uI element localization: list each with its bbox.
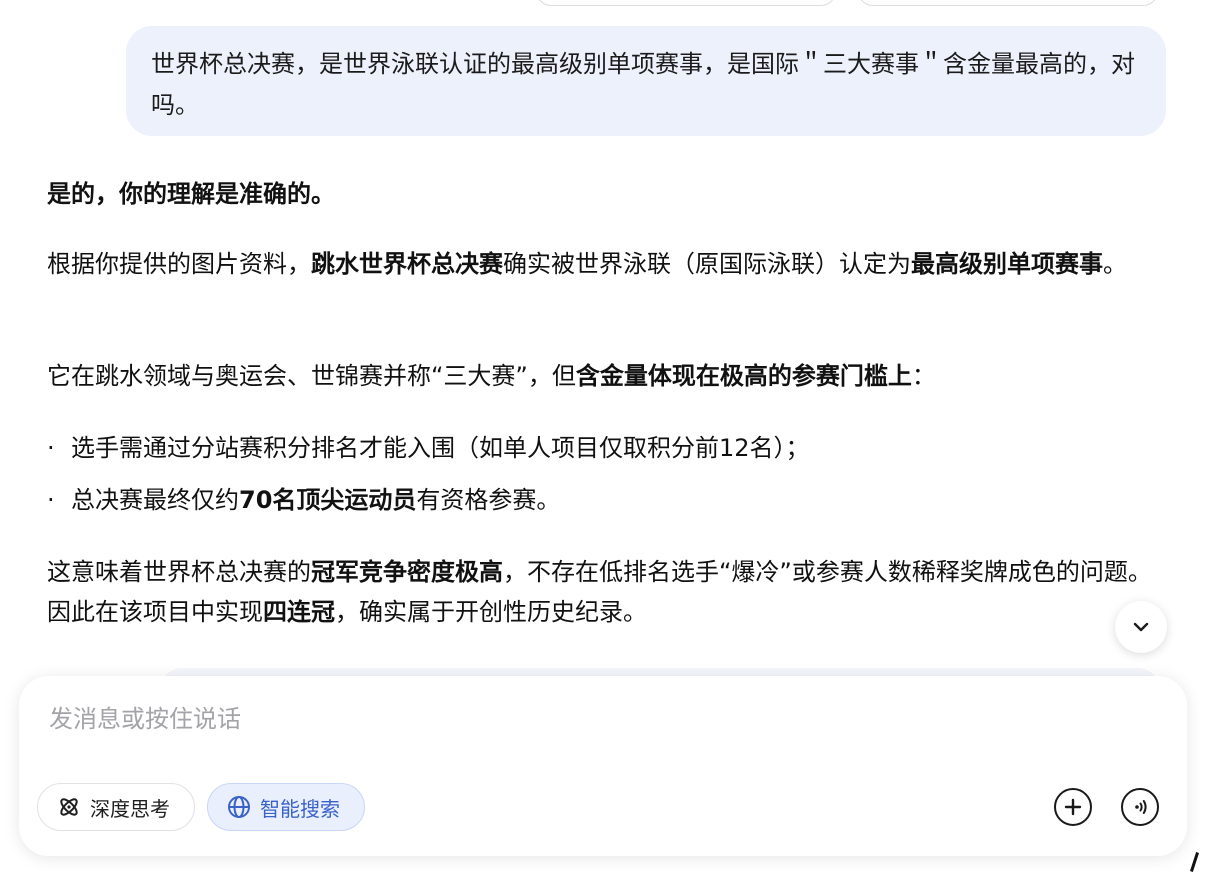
bullet-marker: · (47, 486, 55, 514)
chevron-down-icon (1133, 622, 1149, 632)
user-message-bubble: 世界杯总决赛，是世界泳联认证的最高级别单项赛事，是国际＂三大赛事＂含金量最高的，… (126, 26, 1166, 136)
message-composer: 深度思考 智能搜索 (19, 676, 1187, 856)
list-item-text: 总决赛最终仅约 (71, 486, 239, 514)
answer-intro: 是的，你的理解是准确的。 (47, 180, 335, 208)
list-item-text: 有资格参赛。 (416, 486, 561, 514)
answer-paragraph-conclusion: 这意味着世界杯总决赛的冠军竞争密度极高，不存在低排名选手“爆冷”或参赛人数稀释奖… (47, 552, 1159, 632)
list-item: · 选手需通过分站赛积分排名才能入围（如单人项目仅取积分前12名）； (47, 428, 810, 468)
add-attachment-button[interactable] (1054, 788, 1092, 826)
bold-segment: 最高级别单项赛事 (911, 250, 1103, 278)
text-segment: 。 (1103, 250, 1127, 278)
corner-mark (1189, 852, 1200, 872)
list-item: · 总决赛最终仅约70名顶尖运动员有资格参赛。 (47, 480, 560, 520)
plus-icon (1064, 798, 1082, 816)
voice-call-button[interactable] (1121, 788, 1159, 826)
atom-icon (60, 798, 78, 816)
text-segment: 这意味着世界杯总决赛的 (47, 558, 311, 586)
smart-search-label: 智能搜索 (260, 796, 340, 821)
message-input[interactable] (47, 698, 951, 740)
text-segment: ，确实属于开创性历史纪录。 (335, 598, 647, 626)
bold-segment: 四连冠 (263, 598, 335, 626)
bold-segment: 含金量体现在极高的参赛门槛上 (575, 362, 912, 390)
text-segment: 根据你提供的图片资料， (47, 250, 311, 278)
deep-think-button[interactable]: 深度思考 (37, 783, 195, 831)
bullet-marker: · (47, 434, 55, 462)
text-segment: 它在跳水领域与奥运会、世锦赛并称“三大赛”，但 (47, 362, 576, 390)
user-message-text: 世界杯总决赛，是世界泳联认证的最高级别单项赛事，是国际＂三大赛事＂含金量最高的，… (151, 50, 1135, 119)
text-segment: ： (911, 362, 936, 390)
text-segment: 确实被世界泳联（原国际泳联）认定为 (503, 250, 911, 278)
answer-paragraph-threshold: 它在跳水领域与奥运会、世锦赛并称“三大赛”，但含金量体现在极高的参赛门槛上： (47, 356, 1159, 396)
bold-segment: 70名顶尖运动员 (239, 486, 417, 514)
suggestion-chip-right[interactable] (858, 0, 1158, 6)
bold-segment: 冠军竞争密度极高 (311, 558, 503, 586)
globe-icon (228, 796, 250, 818)
suggestion-chip-left[interactable] (536, 0, 836, 6)
list-item-text: 选手需通过分站赛积分排名才能入围（如单人项目仅取积分前12名）； (71, 434, 810, 462)
answer-paragraph-source: 根据你提供的图片资料，跳水世界杯总决赛确实被世界泳联（原国际泳联）认定为最高级别… (47, 244, 1159, 284)
scroll-to-bottom-button[interactable] (1115, 601, 1167, 653)
deep-think-label: 深度思考 (90, 796, 170, 821)
bold-segment: 跳水世界杯总决赛 (311, 250, 503, 278)
voice-call-icon (1135, 800, 1147, 814)
smart-search-button[interactable]: 智能搜索 (207, 783, 365, 831)
